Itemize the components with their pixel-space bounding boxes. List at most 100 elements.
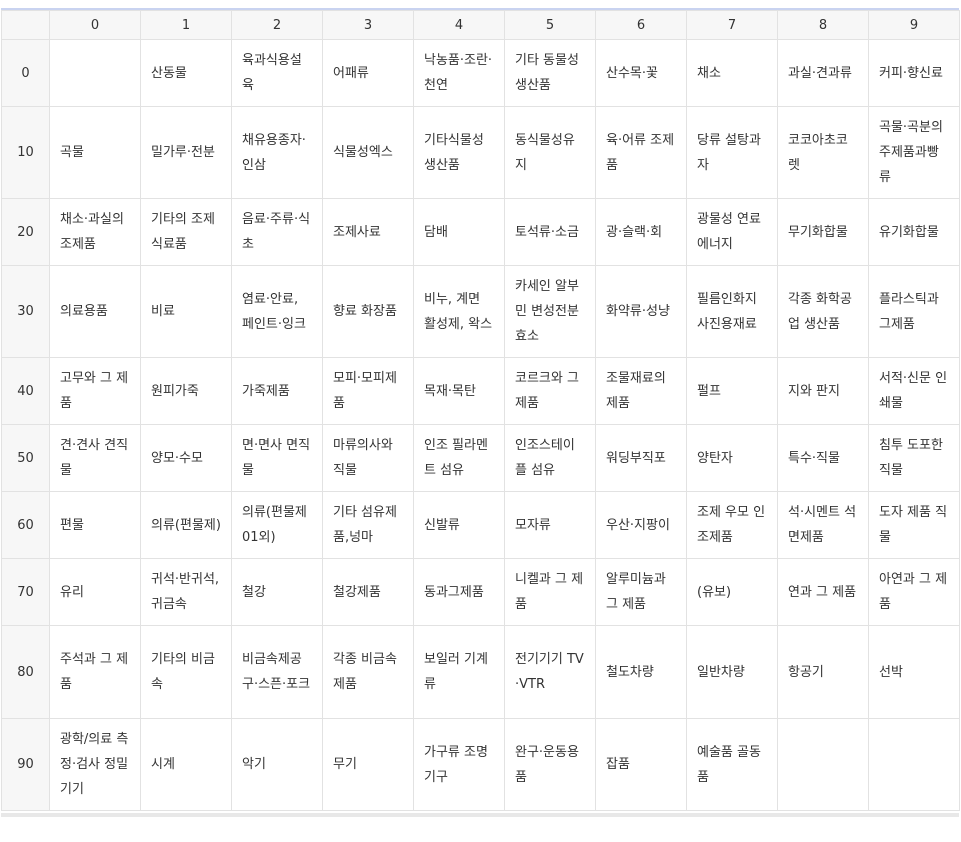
table-cell: 원피가죽 xyxy=(140,357,232,425)
table-cell: 가구류 조명기구 xyxy=(413,718,505,811)
table-cell: 기타 동물성 생산품 xyxy=(504,39,596,107)
table-cell: 우산·지팡이 xyxy=(595,491,687,559)
table-cell: 알루미늄과 그 제품 xyxy=(595,558,687,626)
page: 0123456789 0 산동물 육과식용설육 어패류 낙농품·조란·천연 기타 동물성 … xyxy=(0,0,961,842)
table-cell: 비료 xyxy=(140,265,232,358)
table-cell: 각종 화학공업 생산품 xyxy=(777,265,869,358)
table-cell: 어패류 xyxy=(322,39,414,107)
table-cell: 카세인 알부민 변성전분 효소 xyxy=(504,265,596,358)
table-cell: 커피·향신료 xyxy=(868,39,960,107)
table-cell: 곡물 xyxy=(49,106,141,199)
table-cell: 고무와 그 제품 xyxy=(49,357,141,425)
table-row: 60 편물 의류(편물제) 의류(편물제01외) 기타 섬유제품,넝마 신발류 모자류 우산·… xyxy=(1,491,960,559)
table-cell: 채소·과실의 조제품 xyxy=(49,198,141,266)
table-cell: 니켈과 그 제품 xyxy=(504,558,596,626)
column-header: 3 xyxy=(322,10,414,40)
table-cell: 과실·견과류 xyxy=(777,39,869,107)
table-cell: 무기화합물 xyxy=(777,198,869,266)
table-cell: 모피·모피제품 xyxy=(322,357,414,425)
table-cell: 펄프 xyxy=(686,357,778,425)
column-header: 1 xyxy=(140,10,232,40)
column-header: 5 xyxy=(504,10,596,40)
table-cell: 귀석·반귀석,귀금속 xyxy=(140,558,232,626)
table-cell xyxy=(777,718,869,811)
table-body: 0 산동물 육과식용설육 어패류 낙농품·조란·천연 기타 동물성 생산품 산수목·꽃 채소 과… xyxy=(1,39,960,811)
table-cell: 견·견사 견직물 xyxy=(49,424,141,492)
column-header: 2 xyxy=(231,10,323,40)
table-cell: 비누, 계면 활성제, 왁스 xyxy=(413,265,505,358)
table-cell: 코코아초코렛 xyxy=(777,106,869,199)
table-cell: 목재·목탄 xyxy=(413,357,505,425)
table-cell: 모자류 xyxy=(504,491,596,559)
table-row: 0 산동물 육과식용설육 어패류 낙농품·조란·천연 기타 동물성 생산품 산수목·꽃 채소 과… xyxy=(1,39,960,107)
table-cell: 침투 도포한 직물 xyxy=(868,424,960,492)
column-header: 9 xyxy=(868,10,960,40)
table-cell: 연과 그 제품 xyxy=(777,558,869,626)
table-cell: 향료 화장품 xyxy=(322,265,414,358)
table-cell: 필름인화지 사진용재료 xyxy=(686,265,778,358)
table-cell: 아연과 그 제품 xyxy=(868,558,960,626)
table-cell: 곡물·곡분의 주제품과빵류 xyxy=(868,106,960,199)
table-cell: 비금속제공구·스픈·포크 xyxy=(231,625,323,719)
table-cell: 토석류·소금 xyxy=(504,198,596,266)
table-cell: 서적·신문 인쇄물 xyxy=(868,357,960,425)
table-cell: 악기 xyxy=(231,718,323,811)
table-row: 40 고무와 그 제품 원피가죽 가죽제품 모피·모피제품 목재·목탄 코르크와 그 제품 조… xyxy=(1,357,960,425)
table-cell: 당류 설탕과자 xyxy=(686,106,778,199)
row-header: 80 xyxy=(1,625,50,719)
table-row: 70 유리 귀석·반귀석,귀금속 철강 철강제품 동과그제품 니켈과 그 제품 알루미늄과 그… xyxy=(1,558,960,626)
table-cell: 석·시멘트 석면제품 xyxy=(777,491,869,559)
table-cell: 기타 섬유제품,넝마 xyxy=(322,491,414,559)
table-row: 20 채소·과실의 조제품 기타의 조제 식료품 음료·주류·식초 조제사료 담배 토석류·… xyxy=(1,198,960,266)
table-cell: 산수목·꽃 xyxy=(595,39,687,107)
header-corner-cell xyxy=(1,10,50,40)
table-cell: 특수·직물 xyxy=(777,424,869,492)
table-cell: 광물성 연료 에너지 xyxy=(686,198,778,266)
table-cell: 기타의 조제 식료품 xyxy=(140,198,232,266)
table-cell: 도자 제품 직물 xyxy=(868,491,960,559)
table-bottom-border xyxy=(1,813,959,817)
table-cell: 식물성엑스 xyxy=(322,106,414,199)
table-cell: 가죽제품 xyxy=(231,357,323,425)
table-cell xyxy=(868,718,960,811)
table-cell: 기타식물성 생산품 xyxy=(413,106,505,199)
table-cell: 철도차량 xyxy=(595,625,687,719)
table-row: 90 광학/의료 측정·검사 정밀기기 시계 악기 무기 가구류 조명기구 완구·운동용품 잡… xyxy=(1,718,960,811)
table-cell: 양탄자 xyxy=(686,424,778,492)
table-cell: 광·슬랙·회 xyxy=(595,198,687,266)
table-cell: 조물재료의 제품 xyxy=(595,357,687,425)
column-header: 0 xyxy=(49,10,141,40)
table-cell: 낙농품·조란·천연 xyxy=(413,39,505,107)
table-cell: 동과그제품 xyxy=(413,558,505,626)
table-row: 10 곡물 밀가루·전분 채유용종자·인삼 식물성엑스 기타식물성 생산품 동식물성유지 육·… xyxy=(1,106,960,199)
table-cell: 완구·운동용품 xyxy=(504,718,596,811)
table-row: 50 견·견사 견직물 양모·수모 면·면사 면직물 마류의사와 직물 인조 필라멘트 섬… xyxy=(1,424,960,492)
table-cell: 산동물 xyxy=(140,39,232,107)
table-cell: 육과식용설육 xyxy=(231,39,323,107)
table-cell: 각종 비금속제품 xyxy=(322,625,414,719)
row-header: 20 xyxy=(1,198,50,266)
table-cell: 철강 xyxy=(231,558,323,626)
column-header: 4 xyxy=(413,10,505,40)
row-header: 50 xyxy=(1,424,50,492)
table-cell: 플라스틱과 그제품 xyxy=(868,265,960,358)
column-header: 6 xyxy=(595,10,687,40)
table-cell: 무기 xyxy=(322,718,414,811)
row-header: 40 xyxy=(1,357,50,425)
table-cell: 보일러 기계류 xyxy=(413,625,505,719)
table-cell: 화약류·성냥 xyxy=(595,265,687,358)
table-cell: 항공기 xyxy=(777,625,869,719)
table-cell: 조제사료 xyxy=(322,198,414,266)
table-cell: 의류(편물제) xyxy=(140,491,232,559)
table-cell: 인조스테이플 섬유 xyxy=(504,424,596,492)
table-cell: 마류의사와 직물 xyxy=(322,424,414,492)
table-cell: 양모·수모 xyxy=(140,424,232,492)
row-header: 90 xyxy=(1,718,50,811)
row-header: 0 xyxy=(1,39,50,107)
column-header: 7 xyxy=(686,10,778,40)
table-cell: 주석과 그 제품 xyxy=(49,625,141,719)
table-cell: 육·어류 조제품 xyxy=(595,106,687,199)
table-cell: 의료용품 xyxy=(49,265,141,358)
row-header: 70 xyxy=(1,558,50,626)
table-cell: 일반차량 xyxy=(686,625,778,719)
